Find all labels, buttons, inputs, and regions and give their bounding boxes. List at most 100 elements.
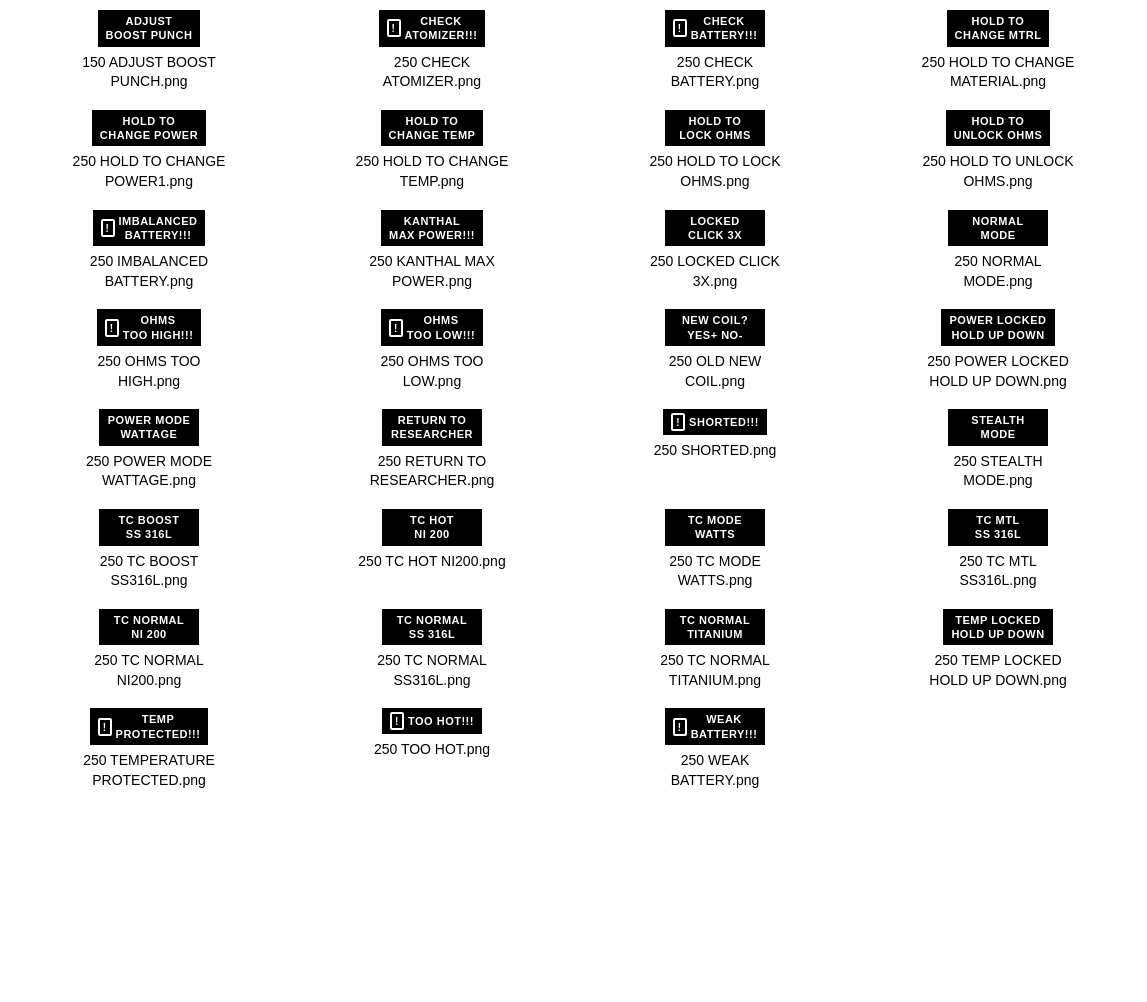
item-label-23: 250 TC MTL SS316L.png: [959, 552, 1037, 591]
item-label-16: 250 POWER MODE WATTAGE.png: [86, 452, 212, 491]
item-label-20: 250 TC BOOST SS316L.png: [100, 552, 199, 591]
warning-icon-29: [390, 712, 404, 730]
warning-icon-8: [101, 219, 115, 237]
badge-19: STEALTH MODE: [948, 409, 1048, 446]
badge-23: TC MTL SS 316L: [948, 509, 1048, 546]
item-label-17: 250 RETURN TO RESEARCHER.png: [370, 452, 495, 491]
badge-14: NEW COIL? YES+ NO-: [665, 309, 765, 346]
warning-icon-13: [389, 319, 403, 337]
grid-item-24: TC NORMAL Ni 200 250 TC NORMAL NI200.png: [10, 609, 288, 691]
warning-icon-30: [673, 718, 687, 736]
badge-16: POWER MODE WATTAGE: [99, 409, 199, 446]
badge-17: RETURN TO RESEARCHER: [382, 409, 482, 446]
badge-text-2: CHECK BATTERY!!!: [691, 14, 758, 43]
warning-icon-2: [673, 19, 687, 37]
item-label-30: 250 WEAK BATTERY.png: [671, 751, 760, 790]
badge-text-28: TEMP PROTECTED!!!: [116, 712, 201, 741]
item-label-10: 250 LOCKED CLICK 3X.png: [650, 252, 780, 291]
grid-item-7: HOLD TO UNLOCK OHMS 250 HOLD TO UNLOCK OH…: [859, 110, 1137, 192]
item-label-3: 250 HOLD TO CHANGE MATERIAL.png: [922, 53, 1075, 92]
badge-3: HOLD TO CHANGE MTRL: [947, 10, 1050, 47]
item-label-19: 250 STEALTH MODE.png: [953, 452, 1042, 491]
badge-10: LOCKED CLICK 3X: [665, 210, 765, 247]
badge-text-8: IMBALANCED BATTERY!!!: [119, 214, 198, 243]
badge-7: HOLD TO UNLOCK OHMS: [946, 110, 1051, 147]
grid-item-10: LOCKED CLICK 3X 250 LOCKED CLICK 3X.png: [576, 210, 854, 292]
item-label-21: 250 TC HOT NI200.png: [358, 552, 505, 572]
item-label-27: 250 TEMP LOCKED HOLD UP DOWN.png: [929, 651, 1066, 690]
grid-item-30: WEAK BATTERY!!! 250 WEAK BATTERY.png: [576, 708, 854, 790]
grid-item-19: STEALTH MODE 250 STEALTH MODE.png: [859, 409, 1137, 491]
item-label-11: 250 NORMAL MODE.png: [954, 252, 1041, 291]
grid-item-26: TC NORMAL TITANIUM 250 TC NORMAL TITANIUM…: [576, 609, 854, 691]
item-label-6: 250 HOLD TO LOCK OHMS.png: [650, 152, 781, 191]
item-label-9: 250 KANTHAL MAX POWER.png: [369, 252, 495, 291]
badge-21: TC HOT Ni 200: [382, 509, 482, 546]
badge-26: TC NORMAL TITANIUM: [665, 609, 765, 646]
grid-item-5: HOLD TO CHANGE TEMP 250 HOLD TO CHANGE TE…: [293, 110, 571, 192]
badge-0: ADJUST BOOST PUNCH: [98, 10, 201, 47]
item-label-1: 250 CHECK ATOMIZER.png: [383, 53, 481, 92]
item-label-26: 250 TC NORMAL TITANIUM.png: [660, 651, 769, 690]
grid-item-27: TEMP LOCKED HOLD UP DOWN 250 TEMP LOCKED …: [859, 609, 1137, 691]
badge-text-13: OHMS TOO LOW!!!: [407, 313, 475, 342]
item-label-15: 250 POWER LOCKED HOLD UP DOWN.png: [927, 352, 1069, 391]
grid-item-8: IMBALANCED BATTERY!!! 250 IMBALANCED BATT…: [10, 210, 288, 292]
grid-item-18: SHORTED!!! 250 SHORTED.png: [576, 409, 854, 491]
warning-icon-12: [105, 319, 119, 337]
item-label-22: 250 TC MODE WATTS.png: [669, 552, 761, 591]
badge-text-30: WEAK BATTERY!!!: [691, 712, 758, 741]
item-label-8: 250 IMBALANCED BATTERY.png: [90, 252, 208, 291]
badge-text-1: CHECK ATOMIZER!!!: [405, 14, 478, 43]
grid-item-11: NORMAL MODE 250 NORMAL MODE.png: [859, 210, 1137, 292]
item-label-25: 250 TC NORMAL SS316L.png: [377, 651, 486, 690]
grid-item-6: HOLD TO LOCK OHMS 250 HOLD TO LOCK OHMS.p…: [576, 110, 854, 192]
grid-item-2: CHECK BATTERY!!! 250 CHECK BATTERY.png: [576, 10, 854, 92]
item-label-7: 250 HOLD TO UNLOCK OHMS.png: [922, 152, 1073, 191]
badge-5: HOLD TO CHANGE TEMP: [381, 110, 484, 147]
badge-27: TEMP LOCKED HOLD UP DOWN: [943, 609, 1052, 646]
grid-item-14: NEW COIL? YES+ NO- 250 OLD NEW COIL.png: [576, 309, 854, 391]
badge-11: NORMAL MODE: [948, 210, 1048, 247]
grid-item-29: TOO HOT!!!250 TOO HOT.png: [293, 708, 571, 790]
warning-icon-28: [98, 718, 112, 736]
badge-25: TC NORMAL SS 316L: [382, 609, 482, 646]
grid-item-21: TC HOT Ni 200 250 TC HOT NI200.png: [293, 509, 571, 591]
item-label-28: 250 TEMPERATURE PROTECTED.png: [83, 751, 215, 790]
item-label-5: 250 HOLD TO CHANGE TEMP.png: [356, 152, 509, 191]
badge-text-29: TOO HOT!!!: [408, 714, 474, 728]
grid-item-4: HOLD TO CHANGE POWER 250 HOLD TO CHANGE P…: [10, 110, 288, 192]
badge-24: TC NORMAL Ni 200: [99, 609, 199, 646]
grid-item-9: KANTHAL MAX POWER!!! 250 KANTHAL MAX POWE…: [293, 210, 571, 292]
grid-item-20: TC BOOST SS 316L 250 TC BOOST SS316L.png: [10, 509, 288, 591]
grid-item-0: ADJUST BOOST PUNCH 150 ADJUST BOOST PUNCH…: [10, 10, 288, 92]
badge-text-12: OHMS TOO HIGH!!!: [123, 313, 194, 342]
item-label-24: 250 TC NORMAL NI200.png: [94, 651, 203, 690]
warning-icon-1: [387, 19, 401, 37]
badge-9: KANTHAL MAX POWER!!!: [381, 210, 483, 247]
badge-text-18: SHORTED!!!: [689, 415, 759, 429]
item-label-4: 250 HOLD TO CHANGE POWER1.png: [73, 152, 226, 191]
item-label-12: 250 OHMS TOO HIGH.png: [98, 352, 201, 391]
grid-item-23: TC MTL SS 316L 250 TC MTL SS316L.png: [859, 509, 1137, 591]
item-label-2: 250 CHECK BATTERY.png: [671, 53, 760, 92]
grid-item-28: TEMP PROTECTED!!! 250 TEMPERATURE PROTECT…: [10, 708, 288, 790]
grid-item-22: TC MODE WATTS 250 TC MODE WATTS.png: [576, 509, 854, 591]
grid-item-25: TC NORMAL SS 316L 250 TC NORMAL SS316L.pn…: [293, 609, 571, 691]
badge-22: TC MODE WATTS: [665, 509, 765, 546]
warning-icon-18: [671, 413, 685, 431]
grid-item-15: POWER LOCKED HOLD UP DOWN 250 POWER LOCKE…: [859, 309, 1137, 391]
grid-item-12: OHMS TOO HIGH!!! 250 OHMS TOO HIGH.png: [10, 309, 288, 391]
grid-item-1: CHECK ATOMIZER!!! 250 CHECK ATOMIZER.png: [293, 10, 571, 92]
badge-20: TC BOOST SS 316L: [99, 509, 199, 546]
grid-item-13: OHMS TOO LOW!!!250 OHMS TOO LOW.png: [293, 309, 571, 391]
item-label-0: 150 ADJUST BOOST PUNCH.png: [82, 53, 216, 92]
badge-4: HOLD TO CHANGE POWER: [92, 110, 206, 147]
badge-6: HOLD TO LOCK OHMS: [665, 110, 765, 147]
item-label-14: 250 OLD NEW COIL.png: [669, 352, 762, 391]
item-label-18: 250 SHORTED.png: [654, 441, 777, 461]
badge-15: POWER LOCKED HOLD UP DOWN: [941, 309, 1054, 346]
grid-item-3: HOLD TO CHANGE MTRL 250 HOLD TO CHANGE MA…: [859, 10, 1137, 92]
main-grid: ADJUST BOOST PUNCH 150 ADJUST BOOST PUNCH…: [10, 10, 1137, 798]
grid-item-17: RETURN TO RESEARCHER 250 RETURN TO RESEAR…: [293, 409, 571, 491]
